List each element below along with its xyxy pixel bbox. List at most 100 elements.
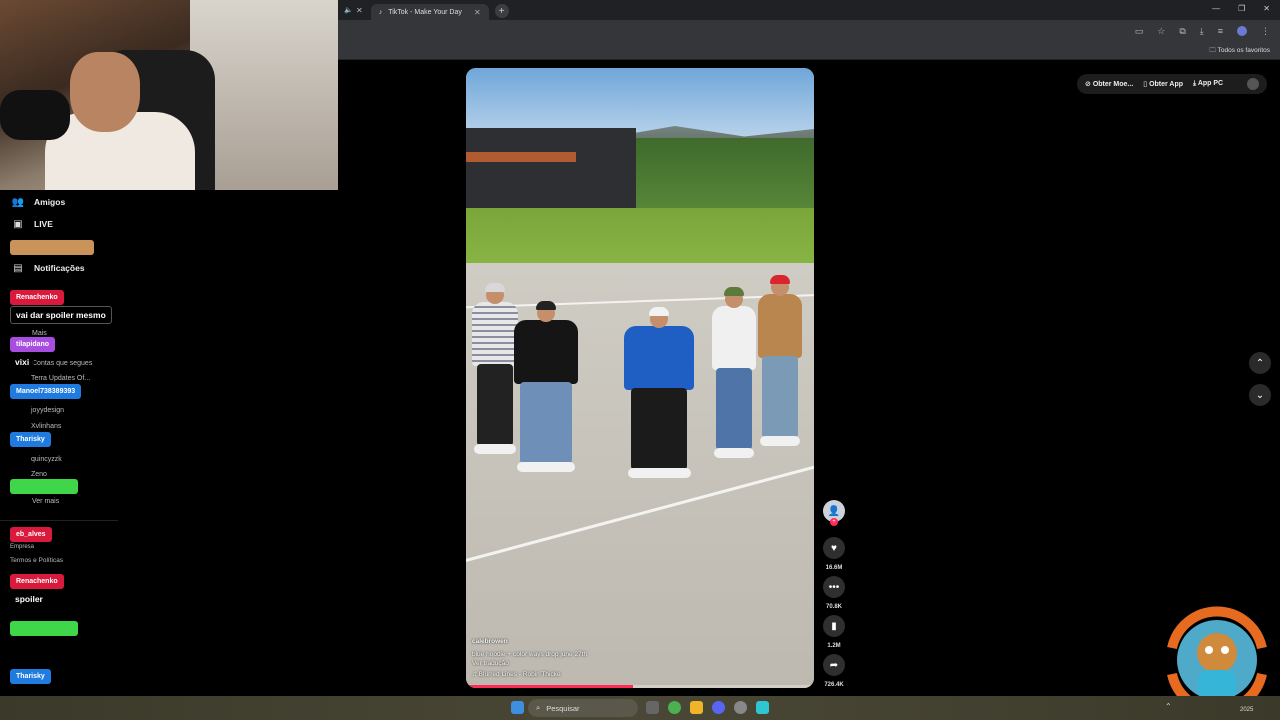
chat-username: Renachenko	[10, 290, 64, 305]
video-author[interactable]: calebrowen	[472, 638, 508, 645]
browser-tab-bar: 🔈 ✕ ♪ TikTok - Make Your Day ✕ + — ❐ ✕	[338, 0, 1280, 20]
translate-link[interactable]: Ver tradução	[472, 660, 509, 667]
clock-date: 2025	[1240, 707, 1254, 713]
follow-plus-icon[interactable]: +	[830, 518, 838, 526]
share-count: 726.4K	[824, 682, 844, 688]
tiktok-icon: ♪	[378, 8, 383, 16]
pc-app-button[interactable]: ⤓ App PC	[1193, 80, 1223, 88]
close-icon[interactable]: ✕	[356, 6, 363, 15]
minimize-icon[interactable]: —	[1212, 4, 1220, 13]
webcam-overlay	[0, 0, 338, 190]
video-player[interactable]: calebrowen blue hoodie + color ways drop…	[466, 68, 814, 688]
friends-icon: 👥	[11, 196, 25, 208]
menu-icon[interactable]: ⋮	[1261, 26, 1270, 37]
chat-message: vixi	[10, 354, 35, 370]
window-controls: — ❐ ✕	[1212, 4, 1270, 13]
get-app-button[interactable]: ▯ Obter App	[1143, 80, 1183, 88]
dancer	[624, 307, 694, 488]
sidebar-item-notifications[interactable]: ▤ Notificações	[12, 262, 84, 274]
speaker-icon[interactable]: 🔈	[344, 6, 353, 14]
chat-message: spoiler	[10, 591, 48, 607]
file-explorer-icon[interactable]	[690, 701, 703, 714]
profile-avatar[interactable]	[1237, 26, 1247, 36]
chat-username: eb_alves	[10, 527, 52, 542]
sidebar-item-live[interactable]: ▣ LIVE	[12, 218, 53, 230]
windows-start-icon[interactable]	[511, 701, 524, 714]
like-count: 16.6M	[825, 565, 843, 571]
chevron-up-icon: ⌃	[1255, 357, 1265, 369]
comment-button[interactable]: ••• 70.8K	[822, 576, 846, 610]
chat-username	[10, 240, 94, 255]
maximize-icon[interactable]: ❐	[1238, 4, 1245, 13]
following-account[interactable]: Terra Updates Of...	[31, 375, 90, 382]
tab-tiktok[interactable]: ♪ TikTok - Make Your Day ✕	[370, 4, 489, 20]
like-button[interactable]: ♥ 16.6M	[822, 537, 846, 571]
tab-label: TikTok - Make Your Day	[388, 8, 462, 16]
previous-video-button[interactable]: ⌃	[1249, 352, 1271, 374]
comment-icon: •••	[823, 576, 845, 598]
share-icon: ➦	[823, 654, 845, 676]
sidebar-item-friends[interactable]: 👥 Amigos	[12, 196, 65, 208]
footer-terms[interactable]: Termos e Políticas	[10, 557, 63, 564]
save-count: 1.2M	[827, 643, 841, 649]
footer-company[interactable]: Empresa	[10, 544, 34, 550]
close-icon[interactable]: ✕	[474, 8, 481, 17]
live-icon: ▣	[13, 218, 23, 230]
star-icon[interactable]: ☆	[1157, 26, 1165, 37]
dancer	[712, 287, 756, 458]
extensions-icon[interactable]: ⧉	[1179, 26, 1185, 37]
save-button[interactable]: ▮ 1.2M	[822, 615, 846, 649]
following-account[interactable]: Zeno	[31, 471, 47, 478]
profile-avatar[interactable]	[1247, 78, 1259, 90]
taskbar-search[interactable]: ⌕ Pesquisar	[528, 699, 638, 717]
cast-icon[interactable]: ▭	[1135, 26, 1144, 37]
search-icon: ⌕	[536, 703, 541, 712]
chat-username: Renachenko	[10, 574, 64, 589]
chat-message: vai dar spoiler mesmo	[10, 306, 112, 324]
discord-icon[interactable]	[712, 701, 725, 714]
following-account[interactable]: quincyzzk	[31, 456, 62, 463]
next-video-button[interactable]: ⌄	[1249, 384, 1271, 406]
video-description: blue hoodie + color ways drop june 27th	[472, 651, 588, 658]
chat-username: tilapidano	[10, 337, 56, 352]
bookmarks-bar: 🗀 Todos os favoritos	[338, 42, 1280, 60]
following-account[interactable]: Xvlinhans	[31, 423, 61, 430]
tray-chevron-icon[interactable]: ⌃	[1165, 702, 1172, 711]
notifications-icon: ▤	[13, 262, 23, 274]
bookmark-icon: ▮	[823, 615, 845, 637]
dancer	[514, 301, 578, 474]
sidebar-more[interactable]: Mais	[32, 330, 47, 337]
chat-username	[10, 479, 78, 494]
address-bar[interactable]: ▭ ☆ ⧉ ⤓ ≡ ⋮	[338, 20, 1280, 42]
all-bookmarks-link[interactable]: 🗀 Todos os favoritos	[1209, 46, 1270, 57]
tab-search-icon[interactable]: ≡	[1218, 26, 1223, 37]
following-header: Contas que segues	[32, 360, 93, 367]
app-icon[interactable]	[756, 701, 769, 714]
obs-icon[interactable]	[734, 701, 747, 714]
video-progress-bar[interactable]	[466, 685, 814, 688]
chat-username: Tharisky	[10, 432, 51, 447]
new-tab-button[interactable]: +	[494, 4, 509, 18]
dancer	[472, 283, 518, 456]
chat-username: Manoel738389393	[10, 384, 82, 399]
chat-username	[10, 621, 78, 636]
task-view-icon[interactable]	[646, 701, 659, 714]
following-account[interactable]: joyydesign	[31, 407, 64, 414]
close-window-icon[interactable]: ✕	[1263, 4, 1270, 13]
folder-icon: 🗀	[1209, 47, 1216, 54]
taskbar: ⌕ Pesquisar ⌃ 2025	[0, 696, 1280, 720]
comment-count: 70.8K	[825, 604, 842, 610]
divider	[0, 520, 118, 521]
download-icon[interactable]: ⤓	[1200, 26, 1204, 37]
chat-username: Tharisky	[10, 669, 51, 684]
video-music[interactable]: ♫ Blurred Lines - Robin Thicke	[472, 671, 561, 678]
header-actions: ⊘ Obter Moe... ▯ Obter App ⤓ App PC	[1077, 74, 1267, 94]
chevron-down-icon: ⌄	[1255, 389, 1265, 401]
see-more-link[interactable]: Ver mais	[32, 498, 59, 505]
heart-icon: ♥	[823, 537, 845, 559]
get-coins-button[interactable]: ⊘ Obter Moe...	[1085, 80, 1133, 88]
chrome-icon[interactable]	[668, 701, 681, 714]
author-avatar[interactable]: 👤 +	[822, 500, 846, 526]
share-button[interactable]: ➦ 726.4K	[822, 654, 846, 688]
dancer	[758, 275, 802, 446]
